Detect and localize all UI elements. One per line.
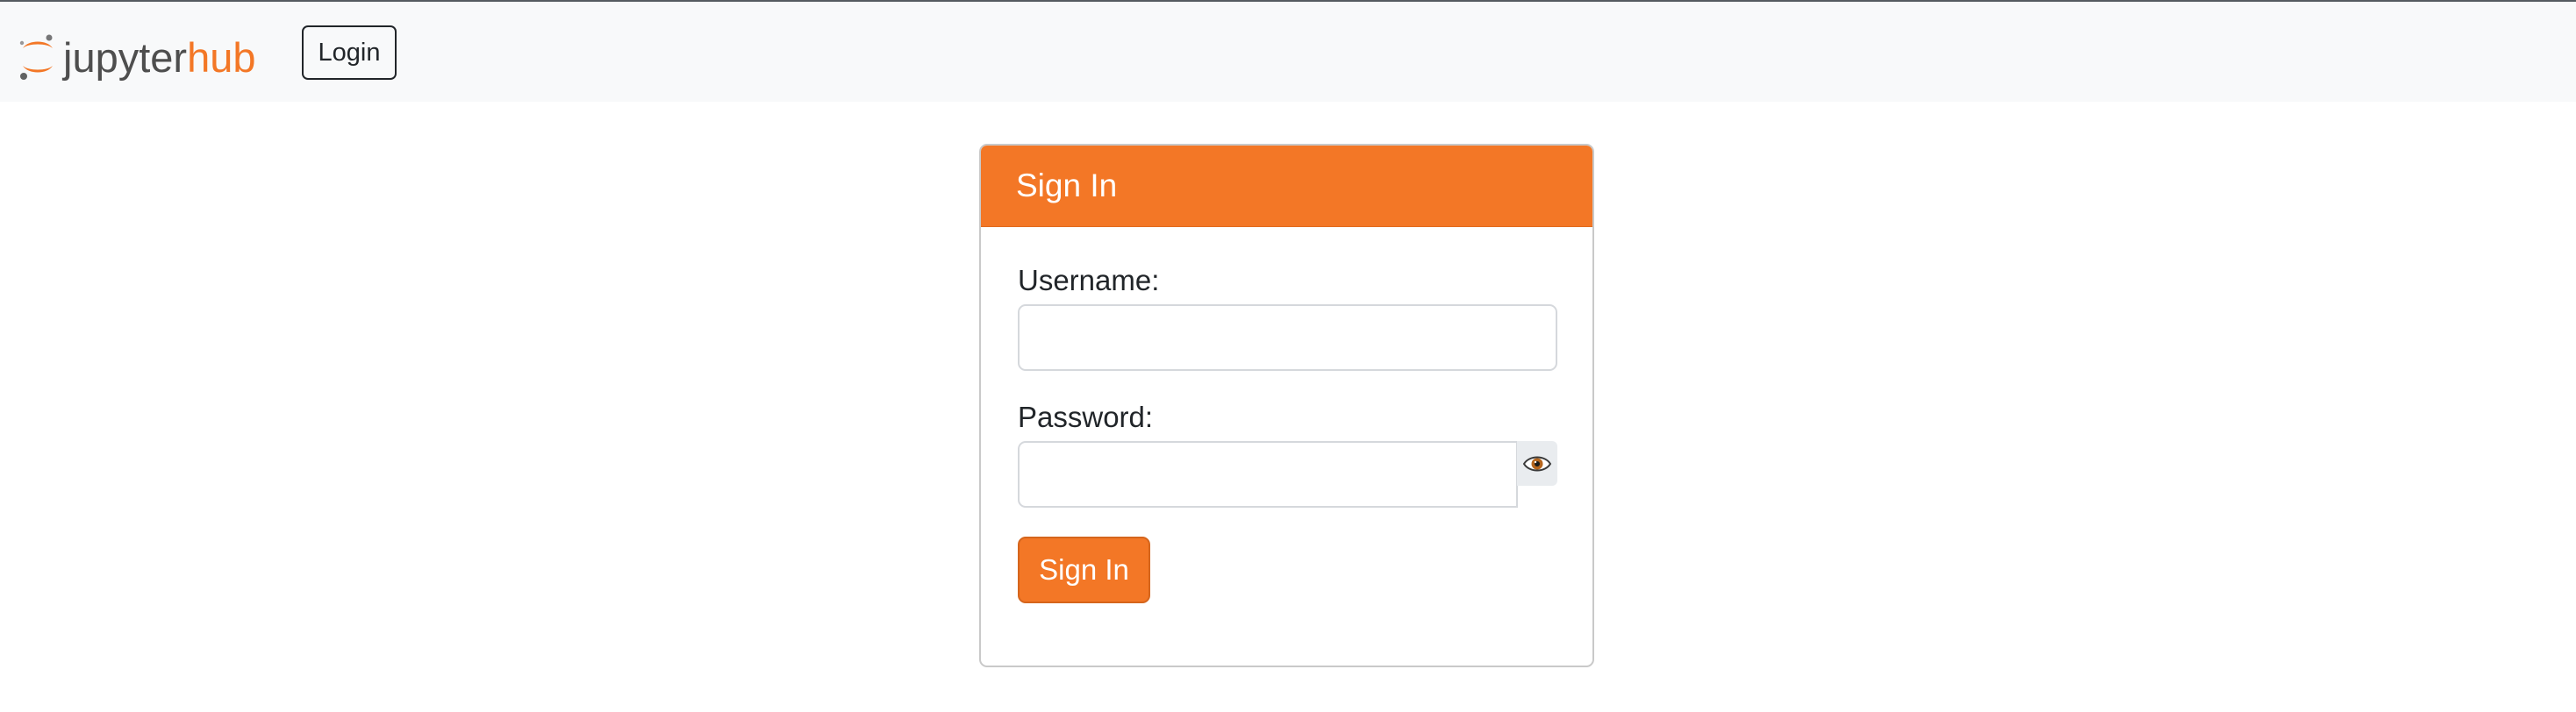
logo-text-jupyter: jupyter xyxy=(63,33,188,81)
card-header: Sign In xyxy=(981,146,1592,227)
jupyter-logo-icon xyxy=(19,34,53,80)
jupyterhub-logo[interactable]: jupyterhub xyxy=(18,28,281,86)
password-input[interactable] xyxy=(1018,441,1518,508)
login-button[interactable]: Login xyxy=(302,25,397,80)
navbar: jupyterhub Login xyxy=(0,2,2576,102)
logo-wordmark: jupyterhub xyxy=(63,37,256,78)
sign-in-button[interactable]: Sign In xyxy=(1018,537,1150,603)
password-label: Password: xyxy=(1018,401,1154,433)
logo-text-hub: hub xyxy=(187,33,256,81)
username-label: Username: xyxy=(1018,264,1160,296)
show-password-toggle[interactable] xyxy=(1517,441,1557,486)
username-input[interactable] xyxy=(1018,304,1557,371)
login-card: Sign In Username: Password: Sign In xyxy=(979,144,1594,667)
eye-icon xyxy=(1522,456,1552,471)
